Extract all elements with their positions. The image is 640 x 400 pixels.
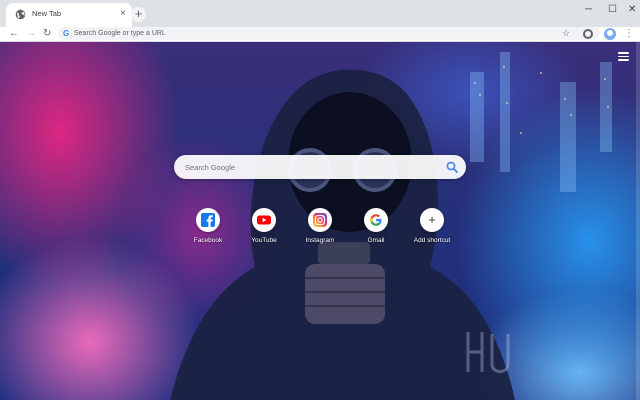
extension-icon[interactable] (583, 29, 593, 39)
tab-strip: New Tab × + ─ ☐ ✕ (0, 0, 640, 27)
back-arrow-icon[interactable]: ← (9, 27, 19, 41)
globe-icon (15, 9, 26, 20)
scrollbar[interactable] (636, 42, 640, 400)
shortcut-label: Gmail (367, 237, 385, 244)
shortcut-facebook[interactable]: Facebook (178, 208, 238, 250)
browser-menu-icon[interactable]: ⋮ (624, 28, 634, 40)
shortcut-icon-tile (308, 208, 332, 232)
shortcut-label: Instagram (305, 237, 335, 244)
forward-arrow-icon[interactable]: → (26, 27, 36, 41)
profile-avatar-icon[interactable] (604, 28, 616, 40)
shortcut-icon-tile: + (420, 208, 444, 232)
new-tab-button[interactable]: + (131, 7, 146, 22)
facebook-icon (201, 213, 215, 227)
address-bar-placeholder: Search Google or type a URL (74, 30, 166, 37)
add-shortcut-button[interactable]: + Add shortcut (402, 208, 462, 250)
customize-menu-icon[interactable] (618, 52, 629, 61)
search-input[interactable] (185, 160, 435, 174)
maximize-button[interactable]: ☐ (608, 4, 617, 16)
bookmark-star-icon[interactable]: ☆ (562, 28, 570, 39)
close-window-button[interactable]: ✕ (628, 4, 636, 16)
new-tab-page: Facebook YouTube (0, 42, 640, 400)
search-box[interactable] (174, 155, 466, 179)
instagram-icon (313, 213, 327, 227)
minimize-button[interactable]: ─ (585, 4, 592, 16)
address-bar[interactable]: G Search Google or type a URL ☆ (58, 27, 600, 40)
shortcut-icon-tile (196, 208, 220, 232)
plus-icon: + (428, 212, 436, 227)
shortcut-label: YouTube (251, 237, 277, 244)
browser-toolbar: ← → ↻ G Search Google or type a URL ☆ ⋮ (0, 27, 640, 42)
shortcut-youtube[interactable]: YouTube (234, 208, 294, 250)
tab-close-icon[interactable]: × (120, 8, 126, 20)
shortcut-instagram[interactable]: Instagram (290, 208, 350, 250)
youtube-icon (257, 215, 271, 225)
google-icon (370, 214, 382, 226)
google-icon: G (63, 29, 70, 38)
tab-new-tab[interactable]: New Tab × (6, 3, 132, 27)
shortcut-label: Facebook (193, 237, 223, 244)
reload-icon[interactable]: ↻ (43, 27, 51, 41)
tab-title: New Tab (32, 9, 62, 18)
shortcut-label: Add shortcut (413, 237, 451, 244)
shortcut-gmail[interactable]: Gmail (346, 208, 406, 250)
shortcut-icon-tile (252, 208, 276, 232)
shortcut-icon-tile (364, 208, 388, 232)
search-icon[interactable] (446, 161, 458, 173)
